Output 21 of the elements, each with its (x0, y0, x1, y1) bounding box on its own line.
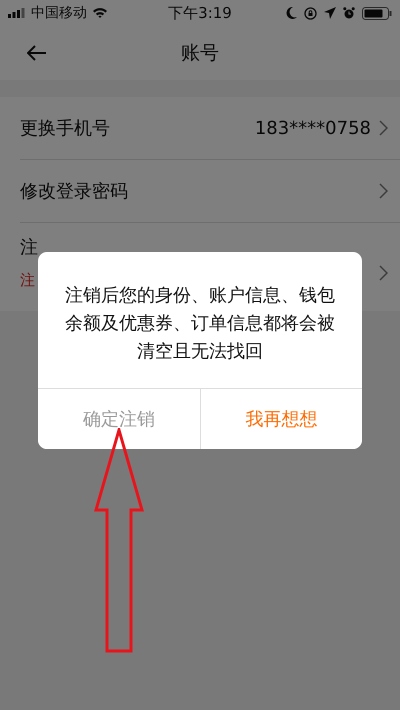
item-label: 更换手机号 (20, 117, 110, 140)
dialog-message: 注销后您的身份、账户信息、钱包余额及优惠券、订单信息都将会被清空且无法找回 (64, 284, 336, 364)
chevron-icon (379, 183, 388, 199)
carrier-name: 中国移动 (31, 4, 87, 22)
item-note: 注 (20, 271, 35, 290)
back-arrow-icon[interactable] (27, 45, 47, 61)
item-value: 183****0758 (254, 118, 371, 138)
moon-icon (286, 7, 297, 19)
location-icon (324, 7, 336, 19)
chevron-icon (379, 265, 388, 281)
signal-icon (8, 8, 26, 18)
page-title: 账号 (181, 41, 219, 66)
chevron-icon (379, 120, 388, 136)
item-label: 修改登录密码 (20, 180, 128, 203)
wifi-icon (92, 7, 108, 19)
alarm-icon (343, 7, 355, 19)
status-time: 下午3:19 (168, 4, 232, 22)
rotation-lock-icon (304, 6, 317, 20)
dialog-button[interactable]: 我再想想 (200, 389, 362, 449)
item-label: 注 (20, 236, 38, 259)
battery-icon (362, 6, 392, 20)
